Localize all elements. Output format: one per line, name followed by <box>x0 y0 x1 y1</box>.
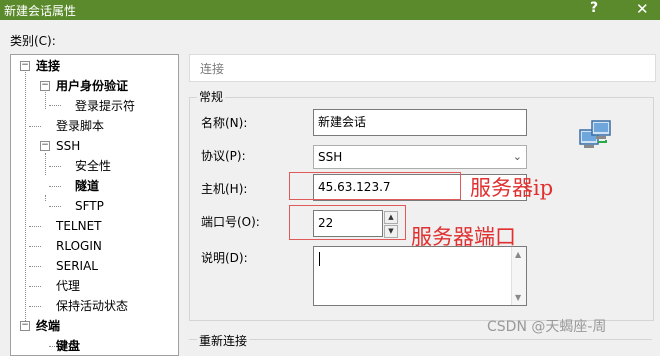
host-label: 主机(H): <box>201 182 248 196</box>
reconnect-group <box>189 339 652 340</box>
protocol-label: 协议(P): <box>201 149 246 163</box>
scroll-down-icon[interactable]: ▼ <box>515 293 521 302</box>
title-bar: 新建会话属性 ? ✕ <box>0 0 660 20</box>
general-group-title: 常规 <box>197 88 226 105</box>
tree-item-user-auth[interactable]: 用户身份验证 <box>56 78 128 94</box>
description-textarea[interactable]: ▲ ▼ <box>313 246 527 306</box>
host-highlight-box <box>289 172 461 200</box>
collapse-icon[interactable]: − <box>40 141 50 151</box>
close-button[interactable]: ✕ <box>636 0 649 18</box>
tree-item-login-script[interactable]: 登录脚本 <box>56 118 104 134</box>
port-highlight-box <box>289 205 406 240</box>
name-label: 名称(N): <box>201 116 248 130</box>
reconnect-group-title: 重新连接 <box>197 332 250 349</box>
network-computers-icon <box>579 120 611 148</box>
collapse-icon[interactable]: − <box>20 61 30 71</box>
tree-item-serial[interactable]: SERIAL <box>56 258 98 274</box>
scroll-up-icon[interactable]: ▲ <box>515 250 521 259</box>
port-annotation: 服务器端口 <box>411 225 516 249</box>
tree-item-telnet[interactable]: TELNET <box>56 218 102 234</box>
collapse-icon[interactable]: − <box>20 321 30 331</box>
help-button[interactable]: ? <box>590 0 598 16</box>
tree-item-keyboard[interactable]: 键盘 <box>56 338 80 354</box>
tree-item-login-prompt[interactable]: 登录提示符 <box>75 98 135 114</box>
tree-item-sftp[interactable]: SFTP <box>75 198 104 214</box>
tree-item-security[interactable]: 安全性 <box>75 158 111 174</box>
section-header-title: 连接 <box>200 62 225 76</box>
section-header: 连接 <box>189 54 656 82</box>
category-label: 类别(C): <box>10 34 56 48</box>
tree-item-terminal[interactable]: 终端 <box>36 318 60 334</box>
description-label: 说明(D): <box>201 251 248 265</box>
text-caret <box>319 252 320 266</box>
protocol-select[interactable]: SSH ⌄ <box>313 145 527 169</box>
port-label: 端口号(O): <box>201 215 260 229</box>
window-title: 新建会话属性 <box>4 4 77 18</box>
watermark: CSDN @天蝎座-周 <box>487 319 607 335</box>
tree-item-connection[interactable]: 连接 <box>36 58 60 74</box>
scrollbar[interactable]: ▲ ▼ <box>511 247 526 305</box>
tree-item-ssh[interactable]: SSH <box>56 138 80 154</box>
tree-item-rlogin[interactable]: RLOGIN <box>56 238 102 254</box>
protocol-value: SSH <box>318 150 343 164</box>
tree-item-proxy[interactable]: 代理 <box>56 278 80 294</box>
chevron-down-icon: ⌄ <box>512 150 522 163</box>
tree-item-tunnel[interactable]: 隧道 <box>75 178 99 194</box>
name-input[interactable]: 新建会话 <box>313 109 527 136</box>
collapse-icon[interactable]: − <box>40 81 50 91</box>
host-annotation: 服务器ip <box>470 176 554 200</box>
tree-item-keepalive[interactable]: 保持活动状态 <box>56 298 128 314</box>
category-tree[interactable]: − 连接 − 用户身份验证 登录提示符 登录脚本 − SSH 安全性 隧道 SF… <box>10 54 179 356</box>
